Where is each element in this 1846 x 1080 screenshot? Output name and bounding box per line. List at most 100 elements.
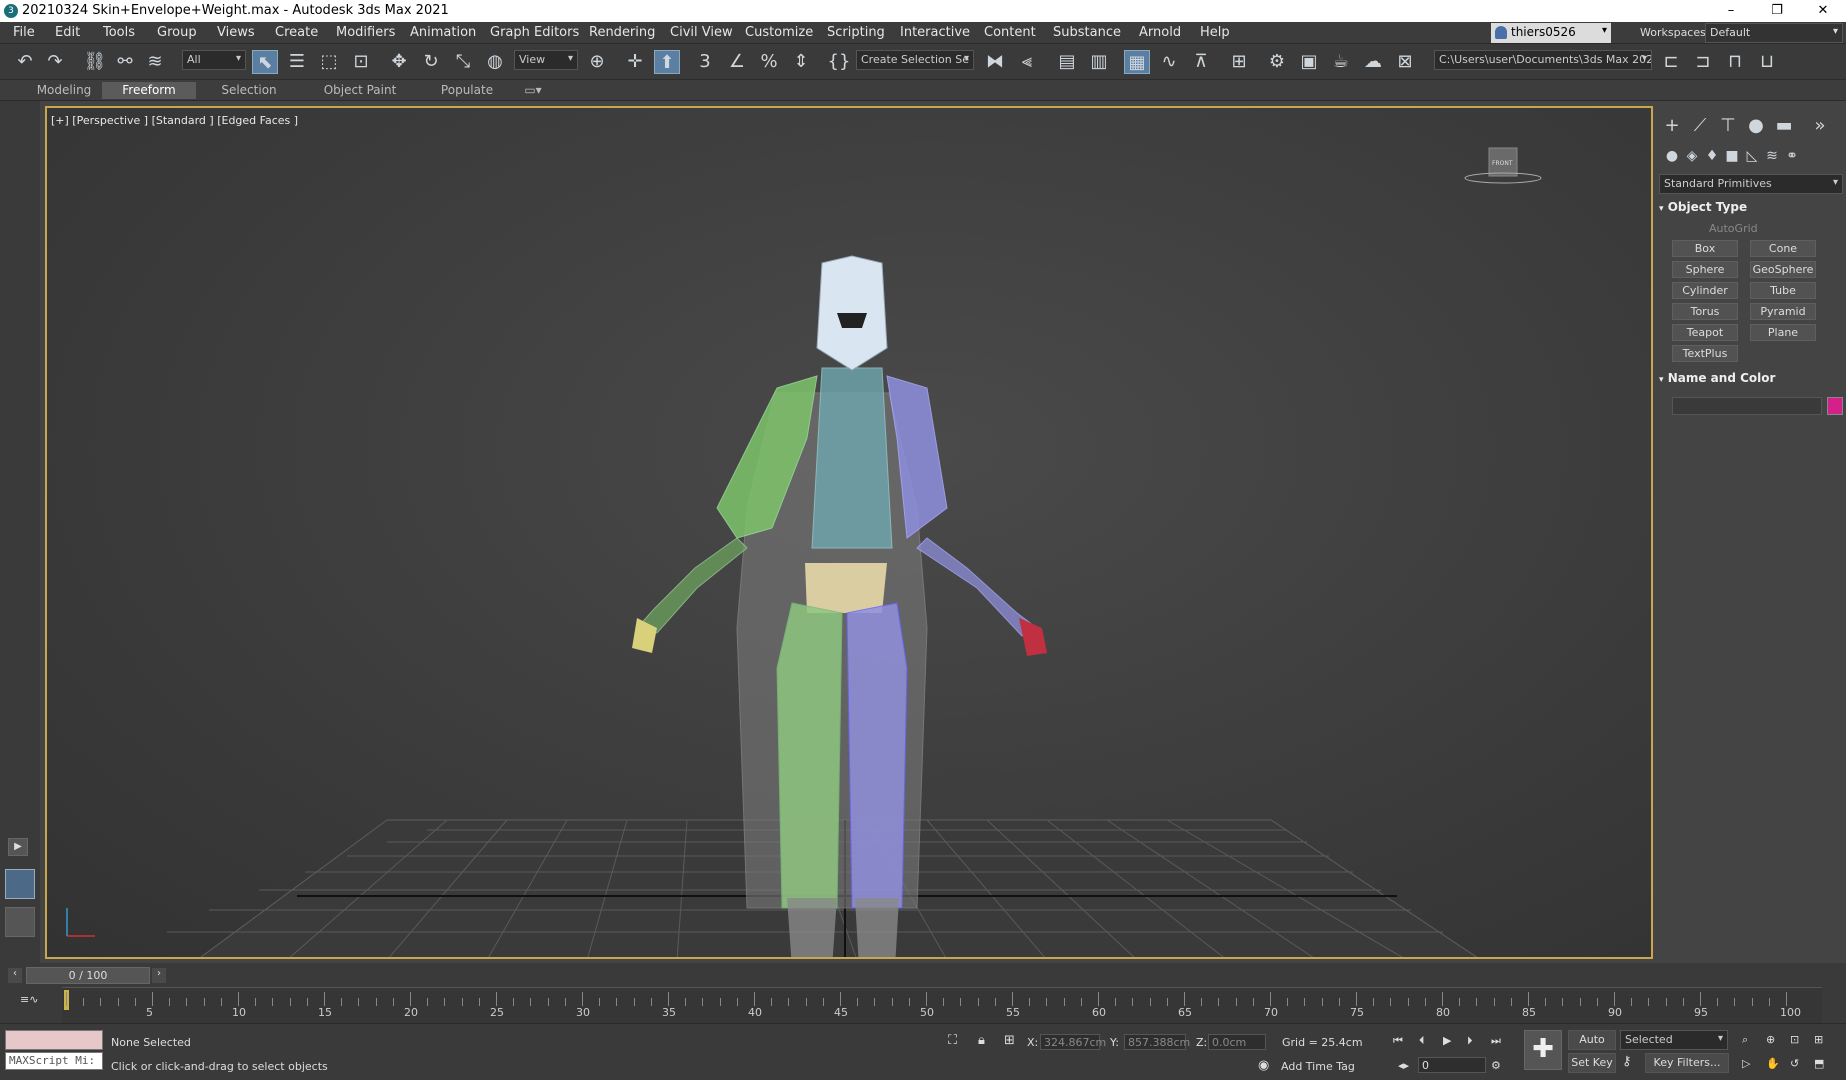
workspace-dropdown[interactable]: Default ▾ [1705,23,1843,43]
time-slider[interactable]: 0 / 100 [26,967,150,984]
key-filters-button[interactable]: Key Filters... [1645,1053,1729,1073]
snaps-toggle-icon[interactable]: 3 [692,50,718,74]
select-manipulate-icon[interactable]: ✛ [622,50,648,74]
zoom-extents-icon[interactable]: ⊡ [1790,1033,1799,1046]
sphere-button[interactable]: Sphere [1672,261,1738,278]
display-tab-icon[interactable]: ▬ [1771,114,1797,138]
reference-coordinate-dropdown[interactable]: View [514,50,578,70]
menu-help[interactable]: Help [1200,25,1230,40]
add-time-tag[interactable]: Add Time Tag [1281,1060,1355,1073]
box-button[interactable]: Box [1672,240,1738,257]
render-in-cloud-icon[interactable]: ☁ [1360,50,1386,74]
time-configuration-icon[interactable]: ⚙ [1491,1059,1501,1072]
layout-tab-active[interactable] [5,869,35,899]
menu-file[interactable]: File [13,25,35,40]
menu-content[interactable]: Content [984,25,1036,40]
object-color-swatch[interactable] [1827,397,1843,415]
tab-modeling[interactable]: Modeling [20,82,108,99]
select-object-icon[interactable]: ⬉ [252,50,278,74]
viewcube[interactable]: FRONT [1464,147,1542,184]
render-shortcuts-icon[interactable]: ⊠ [1392,50,1418,74]
rectangular-selection-icon[interactable]: ⬚ [316,50,342,74]
angle-snap-icon[interactable]: ∠ [724,50,750,74]
align-icon[interactable]: ⫷ [1014,50,1040,74]
unlink-icon[interactable]: ⚯ [112,50,138,74]
object-category-dropdown[interactable]: Standard Primitives [1659,174,1843,194]
set-key-button[interactable]: Set Key [1568,1053,1616,1073]
place-icon[interactable]: ◍ [482,50,508,74]
pan-view-icon[interactable]: ✋ [1766,1057,1780,1070]
key-mode-icon[interactable]: ◂▸ [1398,1059,1409,1072]
isolate-selection-icon[interactable]: ⛶ [948,1033,957,1048]
orbit-icon[interactable]: ↺ [1790,1057,1799,1070]
update-container-icon[interactable]: ⊔ [1754,50,1780,74]
selection-lock-icon[interactable]: 🔒︎ [978,1033,985,1048]
menu-interactive[interactable]: Interactive [900,25,970,40]
prev-frame-icon[interactable]: ‹ [8,968,22,983]
perspective-viewport[interactable]: [+] [Perspective ] [Standard ] [Edged Fa… [45,106,1653,959]
plane-button[interactable]: Plane [1750,324,1816,341]
scene-explorer-icon[interactable]: ▤ [1054,50,1080,74]
tab-freeform[interactable]: Freeform [102,82,196,99]
expand-layout-icon[interactable]: ▶ [8,838,28,856]
more-tabs-icon[interactable]: » [1807,114,1833,138]
edit-named-selection-icon[interactable]: {} [826,50,852,74]
render-setup-icon[interactable]: ⚙ [1264,50,1290,74]
create-tab-icon[interactable]: + [1659,114,1685,138]
set-keys-icon[interactable]: ⚷ [1622,1054,1632,1069]
rendered-frame-window-icon[interactable]: ▣ [1296,50,1322,74]
inherit-container-icon[interactable]: ⊐ [1690,50,1716,74]
maxscript-mini-listener[interactable]: MAXScript Mi: [5,1052,103,1070]
tab-selection[interactable]: Selection [202,82,296,99]
systems-icon[interactable]: ⚭ [1779,144,1805,168]
menu-substance[interactable]: Substance [1053,25,1121,40]
teapot-button[interactable]: Teapot [1672,324,1738,341]
menu-graph-editors[interactable]: Graph Editors [490,25,579,40]
default-in-out-tangents-icon[interactable]: ✚ [1524,1030,1562,1070]
maxscript-listener-output[interactable] [5,1030,103,1050]
menu-create[interactable]: Create [275,25,318,40]
toggle-ribbon-icon[interactable]: ▦ [1124,50,1150,74]
tab-object-paint[interactable]: Object Paint [310,82,410,99]
track-bar[interactable]: 5 10 15 20 25 30 35 40 45 50 55 60 65 70 75 80 85 90 95 100 [62,987,1822,1023]
menu-animation[interactable]: Animation [410,25,476,40]
tab-populate[interactable]: Populate [420,82,514,99]
window-crossing-icon[interactable]: ⊡ [348,50,374,74]
x-coordinate-field[interactable]: 324.867cm [1040,1034,1106,1050]
absolute-mode-icon[interactable]: ⊞ [1004,1033,1015,1048]
motion-tab-icon[interactable]: ● [1743,114,1769,138]
y-coordinate-field[interactable]: 857.388cm [1124,1034,1190,1050]
menu-customize[interactable]: Customize [745,25,813,40]
selection-filter-dropdown[interactable]: All [182,50,246,70]
undo-icon[interactable]: ↶ [12,50,38,74]
zoom-all-icon[interactable]: ⊕ [1766,1033,1775,1046]
curve-editor-toggle-icon[interactable]: ≡∿ [20,993,38,1006]
menu-views[interactable]: Views [217,25,255,40]
next-frame-icon[interactable]: › [152,968,166,983]
containers-icon[interactable]: ⊏ [1658,50,1684,74]
menu-group[interactable]: Group [157,25,197,40]
user-account-dropdown[interactable]: thiers0526 ▾ [1491,23,1611,43]
pyramid-button[interactable]: Pyramid [1750,303,1816,320]
spinner-snap-icon[interactable]: ⇕ [788,50,814,74]
z-coordinate-field[interactable]: 0.0cm [1208,1034,1266,1050]
minimize-button[interactable]: – [1708,0,1754,22]
textplus-button[interactable]: TextPlus [1672,345,1738,362]
name-and-color-rollout[interactable]: ▾ Name and Color [1659,371,1844,389]
goto-end-icon[interactable]: ⏭ [1491,1034,1501,1048]
current-frame-field[interactable]: 0 [1418,1057,1486,1073]
menu-arnold[interactable]: Arnold [1139,25,1181,40]
mirror-icon[interactable]: ⧓ [982,50,1008,74]
schematic-view-icon[interactable]: ⊞ [1226,50,1252,74]
object-type-rollout[interactable]: ▾ Object Type [1659,200,1844,218]
hierarchy-tab-icon[interactable]: ⊤ [1715,114,1741,138]
field-of-view-icon[interactable]: ▷ [1742,1057,1750,1070]
render-production-icon[interactable]: ☕ [1328,50,1354,74]
menu-edit[interactable]: Edit [55,25,80,40]
link-icon[interactable]: ⛓ [82,50,108,74]
time-tag-icon[interactable]: ◉ [1258,1058,1269,1073]
play-icon[interactable]: ▶ [1443,1034,1451,1047]
prev-key-icon[interactable]: ⏴ [1419,1034,1425,1048]
scale-icon[interactable]: ⤡ [450,50,476,74]
percent-snap-icon[interactable]: % [756,50,782,74]
